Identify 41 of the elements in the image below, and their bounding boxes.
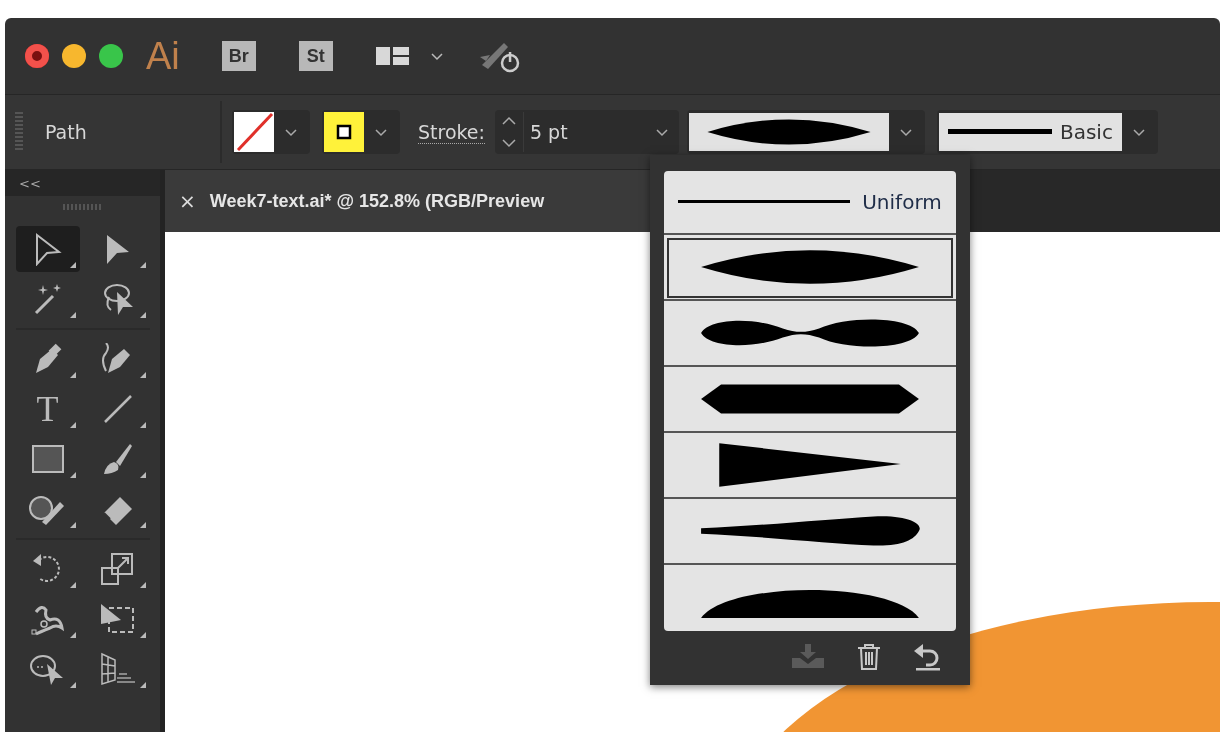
minimize-window-icon[interactable] [62,44,86,68]
app-switch-button[interactable]: St [298,41,333,71]
scale-squares-icon [99,552,136,586]
workspace-layout-icon[interactable] [375,45,412,67]
fill-swatch-control[interactable] [232,110,310,154]
reset-arrow-icon[interactable] [912,643,942,671]
brush-definition-control[interactable]: Basic [936,110,1158,154]
selection-tool[interactable] [15,226,80,272]
stroke-swatch-control[interactable] [322,110,400,154]
close-window-icon[interactable] [25,44,49,68]
grip-icon[interactable] [62,204,103,210]
magic-wand-icon [32,282,63,316]
width-profile-option[interactable]: Uniform [664,171,956,235]
type-tool[interactable]: T [15,386,80,432]
no-fill-swatch-icon [234,112,274,152]
rectangle-icon [30,444,65,474]
app-switch-button[interactable]: Br [221,41,256,71]
paintbrush-icon [101,442,134,476]
trash-icon[interactable] [856,643,882,671]
app-logo: Ai [146,34,180,78]
width-profile-option[interactable] [664,235,956,301]
transform-box-icon [98,602,137,636]
selection-label: Path [45,121,88,143]
zoom-window-icon[interactable] [99,44,123,68]
perspective-grid-icon [98,652,137,686]
close-tab-button[interactable]: × [179,189,196,213]
stroke-weight-field[interactable]: 5 pt [494,110,679,154]
chevron-icon[interactable] [654,127,669,137]
chevron-icon [898,127,913,137]
chevron-icon[interactable] [429,51,444,61]
chevron-icon [1131,127,1146,137]
stroke-line-icon [678,200,851,204]
letter-glyph: T [36,391,59,427]
collapse-panel-button[interactable]: << [19,175,41,191]
document-title: Week7-text.ai* @ 152.8% (RGB/Preview [209,190,545,212]
variable-width-profile-control[interactable] [686,110,925,154]
stroke-label[interactable]: Stroke: [418,120,485,144]
grip-icon[interactable] [15,112,23,152]
chevron-icon [374,127,388,137]
chevron-icon [284,127,298,137]
stroke-swatch-icon [324,112,364,152]
